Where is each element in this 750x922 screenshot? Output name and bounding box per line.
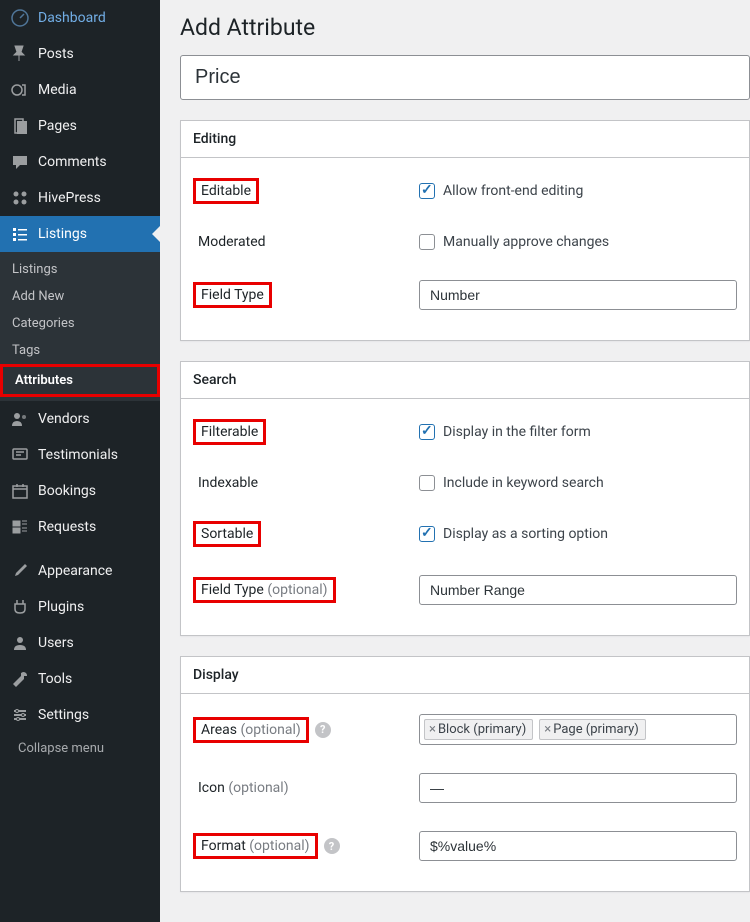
filterable-label: Filterable — [193, 419, 266, 445]
sidebar-item-tools[interactable]: Tools — [0, 661, 160, 697]
admin-sidebar: Dashboard Posts Media Pages Comments Hiv… — [0, 0, 160, 922]
submenu-tags[interactable]: Tags — [0, 337, 160, 364]
requests-icon — [10, 517, 30, 537]
display-header: Display — [181, 657, 749, 694]
collapse-label: Collapse menu — [18, 741, 104, 756]
format-label: Format (optional) — [193, 833, 318, 859]
search-metabox: Search Filterable Display in the filter … — [180, 361, 750, 636]
sidebar-item-appearance[interactable]: Appearance — [0, 553, 160, 589]
list-icon — [10, 224, 30, 244]
areas-token-field[interactable]: ×Block (primary) ×Page (primary) — [419, 714, 737, 745]
sidebar-label: Media — [38, 82, 77, 98]
sortable-check-label: Display as a sorting option — [443, 526, 608, 542]
area-token: ×Block (primary) — [424, 719, 533, 740]
page-icon — [10, 116, 30, 136]
indexable-check-label: Include in keyword search — [443, 475, 604, 491]
field-type-label: Field Type — [193, 282, 272, 308]
moderated-checkbox[interactable] — [419, 234, 435, 250]
areas-label: Areas (optional) — [193, 717, 309, 743]
sidebar-label: Settings — [38, 707, 89, 723]
sidebar-label: Bookings — [38, 483, 96, 499]
editable-check-label: Allow front-end editing — [443, 183, 583, 199]
sidebar-item-requests[interactable]: Requests — [0, 509, 160, 545]
area-token: ×Page (primary) — [539, 719, 646, 740]
pushpin-icon — [10, 44, 30, 64]
sortable-checkbox[interactable] — [419, 526, 435, 542]
page-title: Add Attribute — [180, 14, 750, 41]
search-header: Search — [181, 362, 749, 399]
media-icon — [10, 80, 30, 100]
settings-icon — [10, 705, 30, 725]
format-input[interactable] — [419, 831, 737, 861]
editing-header: Editing — [181, 121, 749, 158]
help-icon[interactable]: ? — [315, 722, 331, 738]
dashboard-icon — [10, 8, 30, 28]
wrench-icon — [10, 669, 30, 689]
remove-token-icon[interactable]: × — [544, 722, 551, 737]
main-content: Add Attribute Editing Editable Allow fro… — [160, 0, 750, 922]
sortable-label: Sortable — [193, 521, 261, 547]
comment-icon — [10, 152, 30, 172]
sidebar-item-comments[interactable]: Comments — [0, 144, 160, 180]
editing-field-type-select[interactable]: Number — [419, 280, 737, 310]
user-icon — [10, 633, 30, 653]
editable-label: Editable — [193, 178, 259, 204]
indexable-checkbox[interactable] — [419, 475, 435, 491]
icon-label: Icon (optional) — [193, 778, 294, 798]
sidebar-label: Users — [38, 635, 74, 651]
sidebar-label: Pages — [38, 118, 77, 134]
filterable-check-label: Display in the filter form — [443, 424, 591, 440]
moderated-check-label: Manually approve changes — [443, 234, 609, 250]
sidebar-item-plugins[interactable]: Plugins — [0, 589, 160, 625]
brush-icon — [10, 561, 30, 581]
sidebar-label: Requests — [38, 519, 96, 535]
sidebar-item-users[interactable]: Users — [0, 625, 160, 661]
search-field-type-label: Field Type (optional) — [193, 577, 336, 603]
sidebar-item-vendors[interactable]: Vendors — [0, 401, 160, 437]
sidebar-label: Listings — [38, 226, 87, 242]
sidebar-label: Appearance — [38, 563, 112, 579]
display-metabox: Display Areas (optional) ? ×Block (prima… — [180, 656, 750, 892]
sidebar-item-media[interactable]: Media — [0, 72, 160, 108]
editing-metabox: Editing Editable Allow front-end editing… — [180, 120, 750, 341]
sidebar-item-pages[interactable]: Pages — [0, 108, 160, 144]
attribute-title-input[interactable] — [180, 55, 750, 100]
moderated-label: Moderated — [193, 232, 271, 252]
users-icon — [10, 409, 30, 429]
filterable-checkbox[interactable] — [419, 424, 435, 440]
sidebar-item-testimonials[interactable]: Testimonials — [0, 437, 160, 473]
sidebar-label: HivePress — [38, 190, 101, 206]
sidebar-label: Posts — [38, 46, 74, 62]
calendar-icon — [10, 481, 30, 501]
sidebar-item-settings[interactable]: Settings — [0, 697, 160, 733]
sidebar-label: Tools — [38, 671, 72, 687]
editable-checkbox[interactable] — [419, 183, 435, 199]
sidebar-label: Vendors — [38, 411, 90, 427]
sidebar-item-hivepress[interactable]: HivePress — [0, 180, 160, 216]
submenu-add-new[interactable]: Add New — [0, 283, 160, 310]
sidebar-label: Plugins — [38, 599, 84, 615]
sidebar-label: Dashboard — [38, 10, 106, 26]
sidebar-item-listings[interactable]: Listings — [0, 216, 160, 252]
help-icon[interactable]: ? — [324, 838, 340, 854]
submenu-attributes[interactable]: Attributes — [0, 364, 160, 397]
indexable-label: Indexable — [193, 473, 263, 493]
sidebar-item-bookings[interactable]: Bookings — [0, 473, 160, 509]
remove-token-icon[interactable]: × — [429, 722, 436, 737]
sidebar-item-posts[interactable]: Posts — [0, 36, 160, 72]
collapse-menu-button[interactable]: Collapse menu — [0, 733, 160, 764]
listings-submenu: Listings Add New Categories Tags Attribu… — [0, 252, 160, 401]
sidebar-item-dashboard[interactable]: Dashboard — [0, 0, 160, 36]
search-field-type-select[interactable]: Number Range — [419, 575, 737, 605]
submenu-categories[interactable]: Categories — [0, 310, 160, 337]
plugin-icon — [10, 597, 30, 617]
sidebar-label: Comments — [38, 154, 107, 170]
submenu-listings[interactable]: Listings — [0, 256, 160, 283]
testimonial-icon — [10, 445, 30, 465]
sidebar-label: Testimonials — [38, 447, 118, 463]
icon-select[interactable]: — — [419, 773, 737, 803]
hivepress-icon — [10, 188, 30, 208]
